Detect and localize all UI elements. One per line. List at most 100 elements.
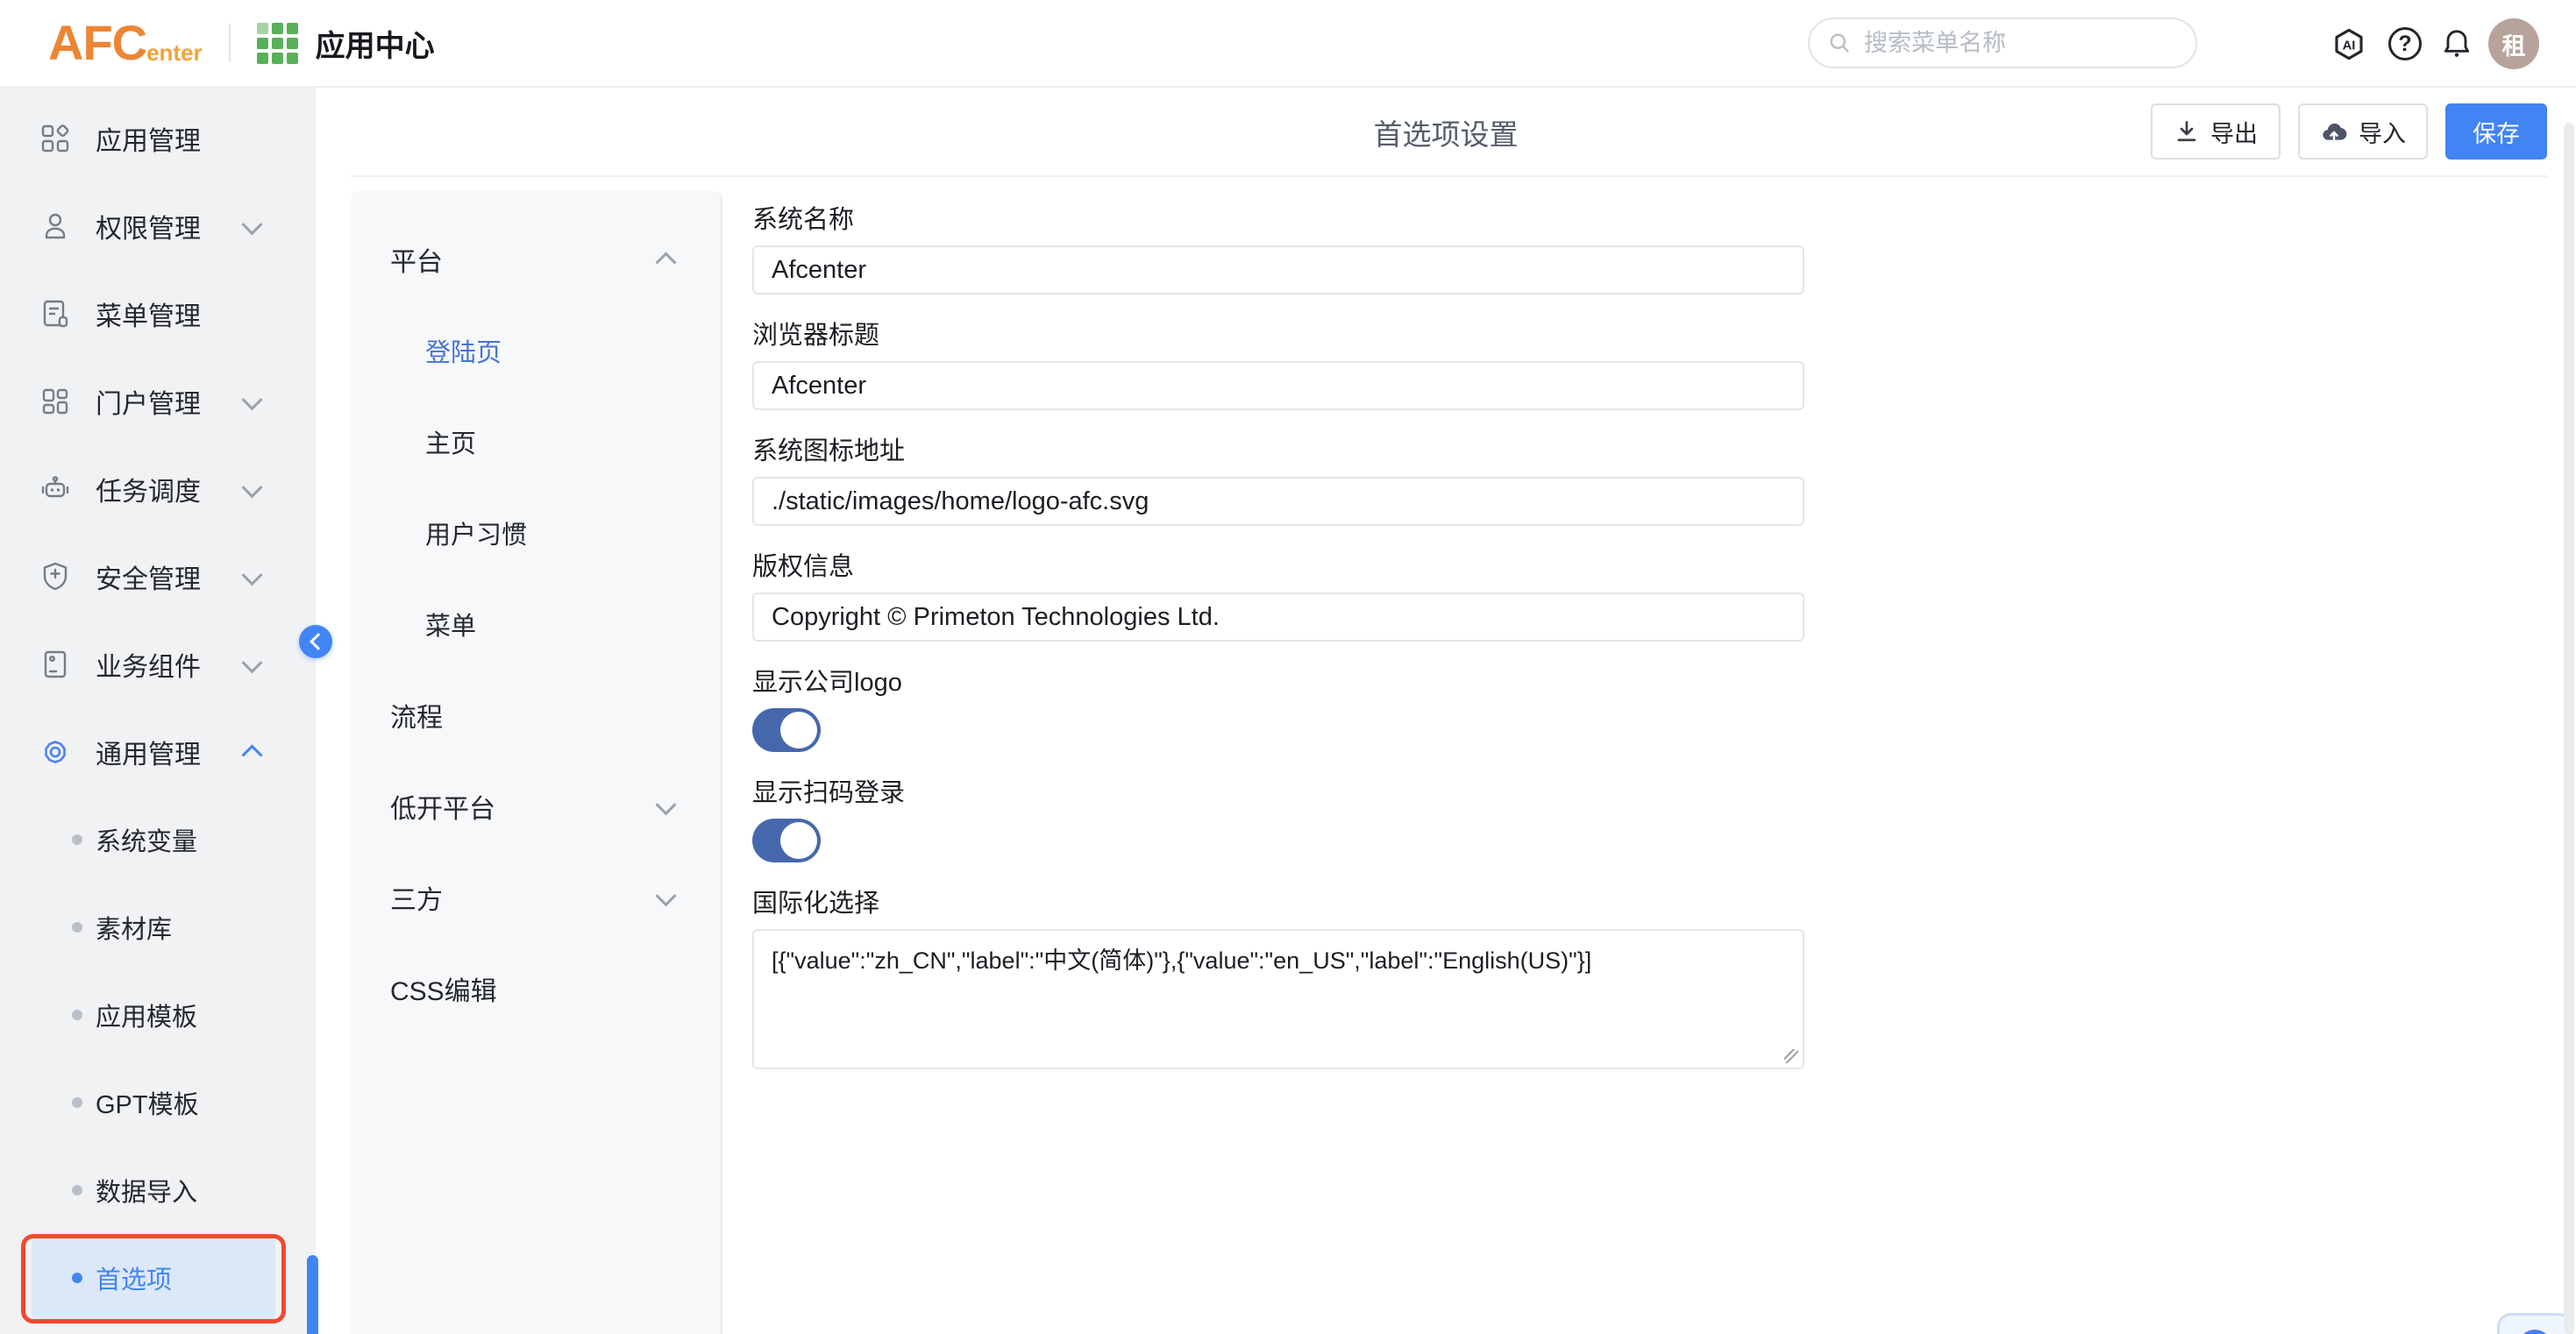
component-card-icon [39,649,71,680]
main-sidebar: 应用管理 权限管理 菜单管理 [0,88,316,1334]
header-divider [229,24,231,62]
browser-title-label: 浏览器标题 [752,321,1804,351]
chevron-down-icon [241,564,262,585]
show-company-logo-label: 显示公司logo [752,668,1804,698]
sidebar-item-business-components[interactable]: 业务组件 [0,621,316,708]
settings-nav-low-code-platform[interactable]: 低开平台 [351,761,721,852]
menu-doc-icon [39,298,71,330]
logo-main-text: AFC [48,18,146,67]
sidebar-item-portal-management[interactable]: 门户管理 [0,358,316,445]
settings-nav-label: 平台 [390,240,443,279]
menu-search-box[interactable] [1808,18,2197,68]
sidebar-item-security-management[interactable]: 安全管理 [0,533,316,621]
settings-nav-platform[interactable]: 平台 [351,214,721,305]
settings-nav-third-party[interactable]: 三方 [351,852,721,943]
floating-assistant-widget[interactable] [2497,1313,2572,1334]
user-icon [39,210,71,242]
chevron-down-icon [655,794,676,815]
browser-title-field[interactable] [752,361,1804,410]
settings-nav-label: 低开平台 [390,787,495,826]
chevron-down-icon [241,652,262,673]
chevron-up-icon [655,252,676,273]
vertical-scrollbar[interactable] [2564,123,2574,1334]
robot-icon [39,473,71,505]
svg-text:AI: AI [2343,39,2356,53]
save-label: 保存 [2473,115,2520,149]
system-icon-url-label: 系统图标地址 [752,436,1804,466]
sidebar-item-permission-management[interactable]: 权限管理 [0,182,316,270]
i18n-textarea-wrapper: [{"value":"zh_CN","label":"中文(简体)"},{"va… [752,929,1804,1074]
cloud-upload-icon [2320,117,2348,145]
search-input[interactable] [1862,29,2146,58]
export-button[interactable]: 导出 [2151,103,2281,160]
settings-nav-label: 登陆页 [425,332,502,369]
sidebar-collapse-button[interactable] [299,625,332,658]
ai-assistant-icon[interactable]: AI [2330,26,2367,63]
avatar-text: 租 [2502,27,2526,61]
settings-nav-login-page[interactable]: 登陆页 [351,305,721,396]
apps-grid-icon [39,123,71,154]
copyright-label: 版权信息 [752,552,1804,582]
show-qr-login-toggle[interactable] [752,819,821,862]
import-button[interactable]: 导入 [2298,103,2428,160]
help-question-mark: ? [2398,32,2411,57]
bullet-icon [72,1273,82,1283]
sidebar-item-gpt-templates[interactable]: GPT模板 [32,1059,275,1146]
settings-nav-label: 流程 [390,696,443,734]
settings-nav-menu[interactable]: 菜单 [351,578,721,670]
settings-nav-process[interactable]: 流程 [351,670,721,761]
sidebar-item-data-import[interactable]: 数据导入 [32,1146,275,1234]
sidebar-item-material-library[interactable]: 素材库 [32,883,275,971]
bullet-icon [72,922,82,933]
sidebar-item-system-variables[interactable]: 系统变量 [32,796,275,883]
sidebar-item-app-templates[interactable]: 应用模板 [32,971,275,1059]
shield-plus-icon [39,561,71,592]
chevron-left-icon [310,633,327,650]
sidebar-item-menu-management[interactable]: 菜单管理 [0,270,316,358]
sidebar-item-application-management[interactable]: 应用管理 [0,95,316,182]
chevron-down-icon [241,477,262,498]
settings-nav-panel: 平台 登陆页 主页 用户习惯 菜单 流程 低开平台 三方 CSS编辑 [351,191,722,1334]
active-item-indicator-bar [307,1255,318,1334]
sidebar-item-task-scheduling[interactable]: 任务调度 [0,445,316,533]
settings-nav-label: CSS编辑 [390,969,497,1008]
search-icon [1827,31,1852,55]
export-label: 导出 [2210,115,2258,149]
page-actions: 导出 导入 保存 [2151,103,2547,160]
system-name-field[interactable] [752,245,1804,294]
chevron-down-icon [241,389,262,410]
chevron-down-icon [241,214,262,235]
page-title: 首选项设置 [1374,111,1519,153]
user-avatar[interactable]: 租 [2488,18,2539,69]
system-name-label: 系统名称 [752,205,1804,235]
settings-nav-user-habits[interactable]: 用户习惯 [351,487,721,578]
sidebar-item-general-management[interactable]: 通用管理 [0,708,316,796]
chevron-down-icon [655,885,676,906]
sidebar-item-preferences[interactable]: 首选项 [32,1234,275,1322]
settings-nav-label: 主页 [425,423,476,460]
app-title: 应用中心 [316,22,435,65]
download-icon [2174,118,2200,145]
system-icon-url-field[interactable] [752,477,1804,526]
logo-sub-text: enter [146,38,203,67]
save-button[interactable]: 保存 [2445,103,2547,160]
help-icon[interactable]: ? [2388,27,2422,60]
i18n-options-textarea[interactable]: [{"value":"zh_CN","label":"中文(简体)"},{"va… [752,929,1804,1069]
show-qr-login-label: 显示扫码登录 [752,778,1804,808]
show-company-logo-toggle[interactable] [752,708,821,752]
settings-nav-home-page[interactable]: 主页 [351,396,721,487]
app-center-grid-icon [257,23,298,64]
assistant-blob-icon [2519,1330,2551,1334]
settings-nav-label: 用户习惯 [425,514,527,551]
app-window: AFC enter 应用中心 AI ? [0,0,2576,1334]
notification-bell-icon[interactable] [2439,26,2474,61]
copyright-field[interactable] [752,592,1804,642]
afcenter-logo[interactable]: AFC enter [48,18,203,67]
top-header: AFC enter 应用中心 AI ? [0,0,2576,88]
chevron-up-icon [241,744,262,765]
bullet-icon [72,834,82,845]
settings-nav-css-edit[interactable]: CSS编辑 [351,943,721,1034]
settings-nav-label: 三方 [390,878,443,917]
gear-icon [39,736,71,768]
bullet-icon [72,1010,82,1020]
